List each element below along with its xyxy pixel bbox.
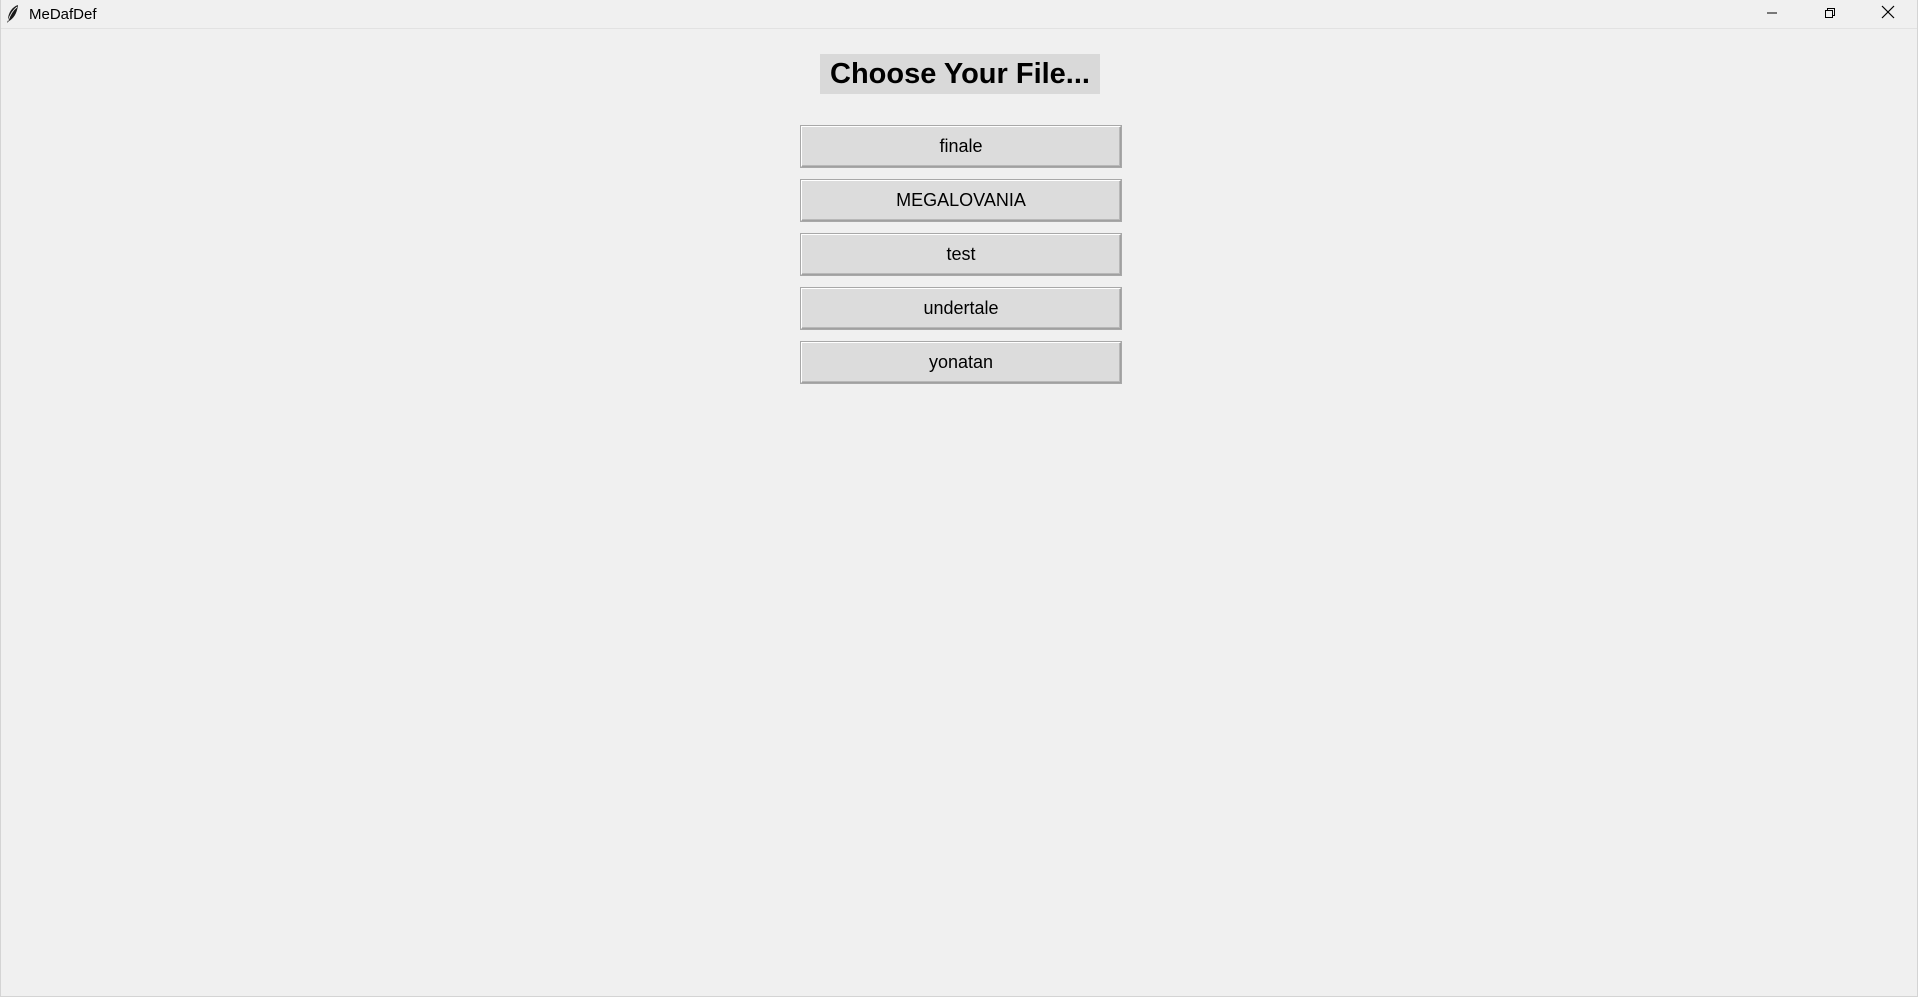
app-window: MeDafDef Choose Your File... finale MEGA…: [0, 0, 1918, 997]
close-button[interactable]: [1859, 0, 1917, 29]
minimize-button[interactable]: [1743, 0, 1801, 29]
file-button-undertale[interactable]: undertale: [801, 288, 1121, 329]
page-title: Choose Your File...: [820, 54, 1100, 94]
file-button-yonatan[interactable]: yonatan: [801, 342, 1121, 383]
minimize-icon: [1766, 6, 1778, 24]
feather-icon: [5, 4, 21, 24]
maximize-button[interactable]: [1801, 0, 1859, 29]
file-button-finale[interactable]: finale: [801, 126, 1121, 167]
main-content: Choose Your File... finale MEGALOVANIA t…: [1, 29, 1917, 997]
file-button-megalovania[interactable]: MEGALOVANIA: [801, 180, 1121, 221]
restore-icon: [1824, 6, 1836, 24]
file-button-test[interactable]: test: [801, 234, 1121, 275]
file-list: finale MEGALOVANIA test undertale yonata…: [801, 126, 1121, 396]
window-title: MeDafDef: [29, 6, 97, 23]
title-bar[interactable]: MeDafDef: [1, 0, 1917, 29]
close-icon: [1881, 5, 1895, 24]
